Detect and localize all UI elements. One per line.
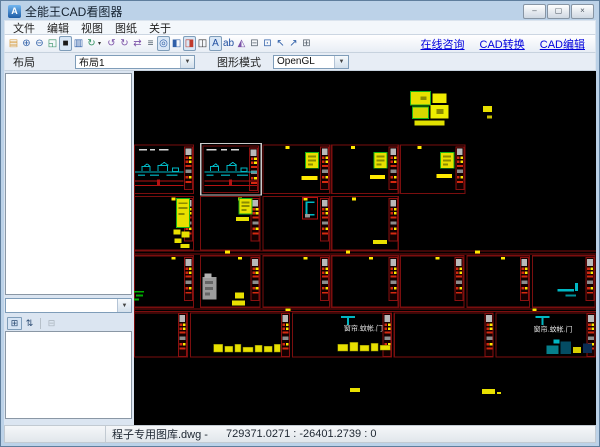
graphics-mode-value: OpenGL	[277, 56, 315, 67]
cad-canvas[interactable]: 窗帘.蚊帐.门 窗帘.蚊帐.门	[134, 71, 596, 425]
chevron-down-icon[interactable]: ▼	[180, 55, 194, 68]
text-toggle-icon[interactable]: A	[209, 36, 222, 51]
rotate-left-icon[interactable]: ↺	[105, 36, 118, 51]
sheet-label: 窗帘.蚊帐.门	[533, 325, 572, 334]
select-icon[interactable]: ↖	[274, 36, 287, 51]
menu-bar: 文件 编辑 视图 图纸 关于	[4, 20, 596, 35]
invert-colors-icon[interactable]: ◫	[196, 36, 209, 51]
chevron-down-icon[interactable]: ▼	[117, 299, 131, 312]
property-pages-icon: ⊟	[47, 317, 56, 328]
copy-icon[interactable]: ⊞	[300, 36, 313, 51]
zoom-out-icon[interactable]: ⊖	[33, 36, 46, 51]
title-bar: A 全能王CAD看图器 – ▢ ×	[4, 1, 596, 20]
annotation-icon[interactable]: ab	[222, 36, 235, 51]
sheet-label: 窗帘.蚊帐.门	[344, 324, 383, 333]
app-window: A 全能王CAD看图器 – ▢ × 文件 编辑 视图 图纸 关于 ▤ ⊕ ⊖ ◱ ■ ▥ ↻ ▾ ↺ ↻ ⇄ ≡ ◎…	[0, 0, 600, 447]
menu-about[interactable]: 关于	[143, 20, 177, 36]
main-toolbar: ▤ ⊕ ⊖ ◱ ■ ▥ ↻ ▾ ↺ ↻ ⇄ ≡ ◎ ◧ ◨ ◫ Aab ◭ ⊟ ⊡ ↖ ↗ ⊞ 在线咨询 CAD转换 CAD编辑	[4, 35, 596, 53]
layers-icon[interactable]: ≡	[144, 36, 157, 51]
window-title: 全能王CAD看图器	[25, 4, 123, 19]
measure-distance-icon[interactable]: ↗	[287, 36, 300, 51]
window-controls: – ▢ ×	[523, 3, 594, 19]
lineweight-toggle-icon[interactable]: ◎	[157, 36, 170, 51]
fit-window-icon[interactable]: ◱	[46, 36, 59, 51]
alphabetical-sort-icon[interactable]: ⇅	[22, 317, 37, 330]
categorized-view-icon[interactable]: ⊞	[7, 316, 22, 330]
property-grid-panel[interactable]	[5, 331, 132, 419]
refresh-icon[interactable]: ⇄	[131, 36, 144, 51]
object-select[interactable]: ▼	[5, 298, 132, 313]
chevron-down-icon[interactable]: ▼	[334, 55, 348, 68]
measure-area-icon[interactable]: ⊡	[261, 36, 274, 51]
layers-list-panel[interactable]	[5, 73, 132, 295]
side-panel: ▼ ⊞ ⇅ ⊟	[4, 71, 134, 425]
background-toggle-icon[interactable]: ■	[59, 36, 72, 51]
open-file-icon[interactable]: ▤	[7, 36, 20, 51]
layout-select-value: 布局1	[79, 58, 105, 69]
color-mode-icon[interactable]: ◨	[183, 36, 196, 51]
main-area: ▼ ⊞ ⇅ ⊟ 窗帘.蚊帐.门 窗帘.蚊帐.门	[4, 71, 596, 425]
statusbar-spacer	[5, 426, 106, 442]
graphics-mode-select[interactable]: OpenGL ▼	[273, 54, 349, 69]
statusbar-filename: 程子专用图库.dwg -	[112, 429, 208, 441]
menu-drawing[interactable]: 图纸	[109, 20, 143, 36]
toolbar-icons: ▤ ⊕ ⊖ ◱ ■ ▥ ↻ ▾ ↺ ↻ ⇄ ≡ ◎ ◧ ◨ ◫ Aab ◭ ⊟ ⊡ ↖ ↗ ⊞	[7, 36, 313, 51]
zoom-in-icon[interactable]: ⊕	[20, 36, 33, 51]
equipment-block	[202, 273, 217, 300]
close-button[interactable]: ×	[571, 3, 594, 19]
property-toolbar: ⊞ ⇅ ⊟	[5, 315, 132, 331]
canvas-background	[134, 71, 596, 425]
statusbar-coordinates: 729371.0271 : -26401.2739 : 0	[225, 428, 377, 440]
app-icon: A	[8, 4, 21, 18]
online-consult-link[interactable]: 在线咨询	[421, 36, 465, 52]
menu-file[interactable]: 文件	[7, 20, 41, 36]
blocks-icon[interactable]: ◭	[235, 36, 248, 51]
rotate-right-icon[interactable]: ↻	[118, 36, 131, 51]
menu-edit[interactable]: 编辑	[41, 20, 75, 36]
full-view-icon[interactable]: ▥	[72, 36, 85, 51]
split-view-icon[interactable]: ◧	[170, 36, 183, 51]
cad-edit-link[interactable]: CAD编辑	[540, 36, 585, 52]
menu-view[interactable]: 视图	[75, 20, 109, 36]
options-bar: 布局 布局1 ▼ 图形模式 OpenGL ▼	[4, 53, 596, 71]
toolbar-separator	[40, 317, 41, 329]
maximize-button[interactable]: ▢	[547, 3, 570, 19]
status-bar: 程子专用图库.dwg - 729371.0271 : -26401.2739 :…	[4, 425, 596, 443]
minimize-button[interactable]: –	[523, 3, 546, 19]
layout-select[interactable]: 布局1 ▼	[75, 54, 195, 69]
print-icon[interactable]: ⊟	[248, 36, 261, 51]
dropdown-arrow-icon[interactable]: ▾	[98, 40, 105, 47]
cad-convert-link[interactable]: CAD转换	[480, 36, 525, 52]
toolbar-links: 在线咨询 CAD转换 CAD编辑	[421, 36, 593, 52]
layout-label: 布局	[13, 56, 35, 69]
cad-canvas-container: 窗帘.蚊帐.门 窗帘.蚊帐.门	[134, 71, 596, 425]
rotate-view-icon[interactable]: ↻	[85, 36, 98, 51]
graphics-mode-label: 图形模式	[217, 56, 261, 69]
